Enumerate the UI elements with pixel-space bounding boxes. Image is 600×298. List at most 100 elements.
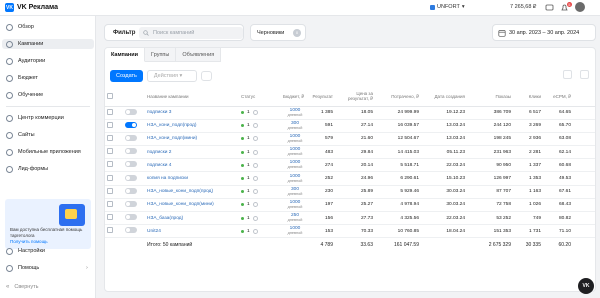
tab-ads[interactable]: Объявления bbox=[176, 48, 222, 62]
campaign-name[interactable]: подписки 2 bbox=[145, 145, 239, 160]
row-toggle[interactable] bbox=[123, 158, 145, 173]
campaign-budget[interactable]: 1000 дневной bbox=[281, 171, 309, 186]
row-checkbox[interactable] bbox=[105, 158, 123, 173]
row-checkbox[interactable] bbox=[105, 119, 123, 133]
actions-dropdown[interactable]: Действия ▾ bbox=[146, 70, 197, 82]
logo[interactable]: VK VK Реклама bbox=[5, 3, 58, 12]
row-checkbox[interactable] bbox=[105, 171, 123, 186]
table-row[interactable]: НЗА_новые_кони_подп(прод) 1 300 дневной 230 2… bbox=[105, 185, 595, 199]
header-budget[interactable]: Бюджет, ₽ bbox=[281, 88, 309, 107]
campaign-budget[interactable]: 1000 дневной bbox=[281, 158, 309, 173]
sidebar-item-sites[interactable]: Сайты bbox=[6, 130, 35, 140]
sidebar-collapse[interactable]: « Свернуть bbox=[6, 282, 38, 292]
notification-icon[interactable] bbox=[252, 136, 258, 142]
promo-link[interactable]: Получить помощь bbox=[10, 239, 48, 244]
campaign-budget[interactable]: 1000 дневной bbox=[281, 145, 309, 160]
row-toggle[interactable] bbox=[123, 119, 145, 133]
filter-button[interactable]: Фильтр bbox=[113, 30, 135, 36]
notification-icon[interactable] bbox=[252, 202, 258, 208]
select-all-checkbox[interactable] bbox=[105, 88, 123, 107]
campaign-name[interactable]: НЗА_новые_кони_подп(мини) bbox=[145, 198, 239, 213]
campaign-name[interactable]: копия на подписки bbox=[145, 171, 239, 186]
row-checkbox[interactable] bbox=[105, 106, 123, 120]
sidebar-item-audiences[interactable]: Аудитории bbox=[6, 56, 45, 66]
row-toggle[interactable] bbox=[123, 211, 145, 226]
table-row[interactable]: НЗА_новые_кони_подп(мини) 1 1000 дневной 197… bbox=[105, 198, 595, 213]
sidebar-item-campaigns[interactable]: Кампании bbox=[2, 39, 94, 49]
row-toggle[interactable] bbox=[123, 224, 145, 239]
header-spent[interactable]: Потрачено, ₽ bbox=[375, 88, 421, 107]
sidebar-item-education[interactable]: Обучение bbox=[6, 90, 43, 100]
campaign-budget[interactable]: 300 дневной bbox=[281, 185, 309, 199]
messages-icon[interactable] bbox=[545, 3, 554, 12]
campaign-budget[interactable]: 1000 дневной bbox=[281, 224, 309, 239]
header-result[interactable]: Результат bbox=[309, 88, 335, 107]
header-status[interactable]: Статус bbox=[239, 88, 281, 107]
sidebar-item-apps[interactable]: Мобильные приложения bbox=[6, 147, 81, 157]
refresh-icon[interactable] bbox=[200, 71, 212, 81]
avatar[interactable] bbox=[575, 2, 585, 12]
table-row[interactable]: Unit24 1 1000 дневной 153 70.33 10 760.85 18.04… bbox=[105, 224, 595, 239]
campaign-budget[interactable]: 1000 дневной bbox=[281, 198, 309, 213]
row-toggle[interactable] bbox=[123, 145, 145, 160]
search-input[interactable]: Поиск кампаний bbox=[139, 27, 243, 39]
row-checkbox[interactable] bbox=[105, 198, 123, 213]
table-row[interactable]: НЗА_база(прод) 1 250 дневной 156 27.73 4 325.5… bbox=[105, 211, 595, 226]
campaign-name[interactable]: НЗА_кони_подп(мини) bbox=[145, 132, 239, 147]
create-button[interactable]: Создать bbox=[110, 70, 143, 82]
row-checkbox[interactable] bbox=[105, 224, 123, 239]
header-shows[interactable]: Показы bbox=[467, 88, 513, 107]
row-toggle[interactable] bbox=[123, 185, 145, 199]
download-icon[interactable] bbox=[580, 70, 589, 79]
table-row[interactable]: подписки 4 1 1000 дневной 274 20.14 5 518.71 22… bbox=[105, 158, 595, 173]
header-clicks[interactable]: Клики bbox=[513, 88, 543, 107]
header-ecpm[interactable]: eCPM, ₽ bbox=[543, 88, 573, 107]
notification-icon[interactable] bbox=[252, 149, 258, 155]
campaign-name[interactable]: НЗА_база(прод) bbox=[145, 211, 239, 226]
sidebar-item-overview[interactable]: Обзор bbox=[6, 22, 34, 32]
row-checkbox[interactable] bbox=[105, 132, 123, 147]
notification-icon[interactable] bbox=[252, 215, 258, 221]
balance[interactable]: 7 265,68 ₽ bbox=[510, 4, 536, 10]
notification-icon[interactable] bbox=[252, 110, 258, 116]
row-toggle[interactable] bbox=[123, 171, 145, 186]
account-selector[interactable]: UNFORT ▾ bbox=[430, 4, 465, 10]
row-checkbox[interactable] bbox=[105, 185, 123, 199]
notification-icon[interactable] bbox=[252, 176, 258, 182]
table-row[interactable]: НЗА_кони_подп(мини) 1 1000 дневной 579 21.60 1… bbox=[105, 132, 595, 147]
header-name[interactable]: Название кампании bbox=[145, 88, 239, 107]
row-toggle[interactable] bbox=[123, 132, 145, 147]
tab-groups[interactable]: Группы bbox=[145, 48, 177, 62]
campaign-name[interactable]: НЗА_новые_кони_подп(прод) bbox=[145, 185, 239, 199]
bell-icon[interactable]: 5 bbox=[560, 1, 572, 12]
date-range-picker[interactable]: 30 апр. 2023 – 30 апр. 2024 bbox=[492, 24, 596, 41]
drafts-button[interactable]: Черновики 0 bbox=[250, 24, 306, 41]
campaign-name[interactable]: Unit24 bbox=[145, 224, 239, 239]
notification-icon[interactable] bbox=[252, 228, 258, 234]
row-checkbox[interactable] bbox=[105, 211, 123, 226]
header-created[interactable]: Дата создания bbox=[421, 88, 467, 107]
sidebar-item-leadforms[interactable]: Лид-формы bbox=[6, 164, 48, 174]
sidebar-item-help[interactable]: Помощь › bbox=[6, 263, 88, 273]
row-toggle[interactable] bbox=[123, 106, 145, 120]
sidebar-item-budget[interactable]: Бюджет bbox=[6, 73, 38, 83]
settings-columns-icon[interactable] bbox=[563, 70, 572, 79]
campaign-budget[interactable]: 1000 дневной bbox=[281, 106, 309, 120]
tab-campaigns[interactable]: Кампании bbox=[105, 48, 146, 62]
vk-chat-button[interactable]: VK bbox=[578, 278, 594, 294]
campaign-budget[interactable]: 300 дневной bbox=[281, 119, 309, 133]
campaign-budget[interactable]: 1000 дневной bbox=[281, 132, 309, 147]
notification-icon[interactable] bbox=[252, 123, 258, 129]
campaign-name[interactable]: подписки 4 bbox=[145, 158, 239, 173]
table-row[interactable]: НЗА_кони_подп(прод) 1 300 дневной 591 27.14 16… bbox=[105, 119, 595, 133]
campaign-budget[interactable]: 250 дневной bbox=[281, 211, 309, 226]
campaign-name[interactable]: НЗА_кони_подп(прод) bbox=[145, 119, 239, 133]
sidebar-item-commerce[interactable]: Центр коммерции bbox=[6, 113, 64, 123]
row-toggle[interactable] bbox=[123, 198, 145, 213]
campaign-name[interactable]: подписки 3 bbox=[145, 106, 239, 120]
notification-icon[interactable] bbox=[252, 189, 258, 195]
table-row[interactable]: подписки 2 1 1000 дневной 483 29.84 14 415.03 0… bbox=[105, 145, 595, 160]
row-checkbox[interactable] bbox=[105, 145, 123, 160]
notification-icon[interactable] bbox=[252, 162, 258, 168]
table-row[interactable]: подписки 3 1 1000 дневной 1 385 18.05 24 999.9… bbox=[105, 106, 595, 120]
